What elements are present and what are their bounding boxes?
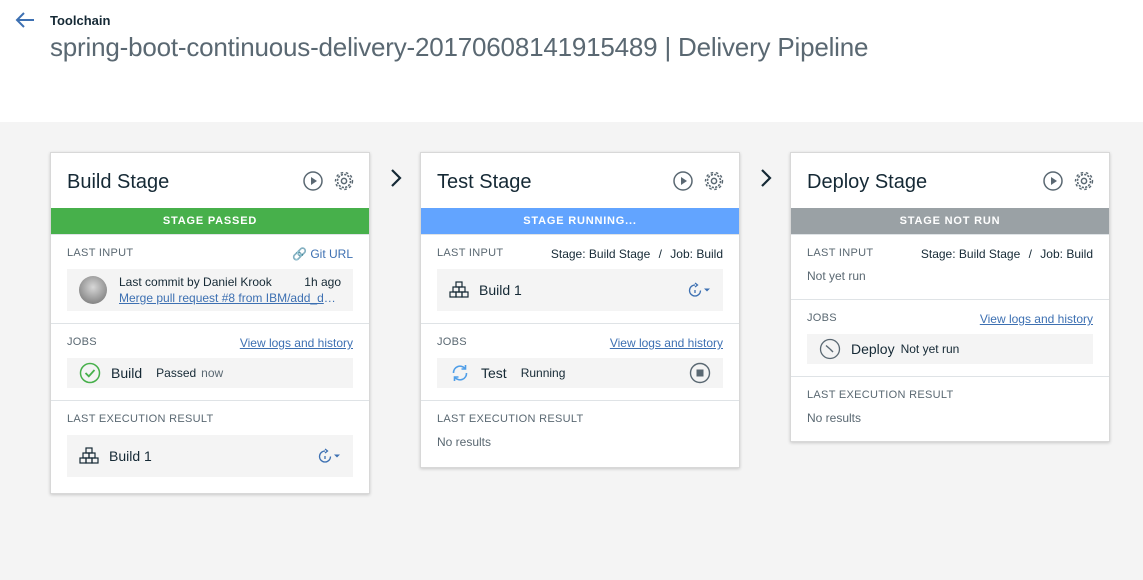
back-arrow-icon[interactable] bbox=[14, 10, 36, 30]
stop-icon[interactable] bbox=[689, 362, 711, 384]
last-input-section: LAST INPUT 🔗 Git URL Last commit by Dani… bbox=[51, 234, 369, 323]
redeploy-icon bbox=[688, 282, 702, 297]
job-time: now bbox=[201, 366, 224, 380]
result-value: No results bbox=[437, 435, 492, 449]
breadcrumb-toolchain[interactable]: Toolchain bbox=[50, 13, 110, 28]
job-name: Deploy bbox=[851, 341, 895, 357]
result-tile[interactable]: Build 1 bbox=[67, 435, 353, 477]
stage-header: Deploy Stage bbox=[791, 153, 1109, 208]
commit-info: Last commit by Daniel Krook 1h ago Merge… bbox=[119, 274, 341, 306]
last-result-label: LAST EXECUTION RESULT bbox=[437, 413, 584, 425]
sync-icon bbox=[452, 365, 468, 381]
play-icon[interactable] bbox=[302, 170, 324, 192]
result-menu-button[interactable] bbox=[317, 448, 341, 464]
stage-name: Build Stage bbox=[67, 171, 170, 193]
stage-status-bar: STAGE RUNNING... bbox=[421, 208, 739, 234]
link-icon: 🔗 bbox=[292, 247, 307, 261]
page-header: Toolchain spring-boot-continuous-deliver… bbox=[0, 0, 1143, 122]
build-blocks-icon bbox=[79, 447, 99, 464]
gear-icon[interactable] bbox=[703, 170, 725, 192]
job-name: Build bbox=[111, 365, 143, 381]
caret-down-icon bbox=[334, 454, 340, 458]
commit-message-link[interactable]: Merge pull request #8 from IBM/add_dev..… bbox=[119, 290, 341, 306]
last-input-section: LAST INPUT Stage: Build Stage / Job: Bui… bbox=[791, 234, 1109, 299]
input-source-separator: / bbox=[658, 247, 662, 261]
stage-card-test: Test Stage STAGE RUNNING... LAST INPUT S… bbox=[420, 152, 740, 468]
view-logs-link[interactable]: View logs and history bbox=[980, 312, 1093, 326]
stage-card-deploy: Deploy Stage STAGE NOT RUN LAST INPUT St… bbox=[790, 152, 1110, 442]
commit-time: 1h ago bbox=[304, 275, 341, 289]
last-result-section: LAST EXECUTION RESULT No results bbox=[791, 376, 1109, 441]
clock-icon bbox=[819, 338, 841, 360]
job-tile-test[interactable]: Test Running bbox=[437, 358, 723, 388]
input-menu-button[interactable] bbox=[687, 282, 711, 298]
result-value: Build 1 bbox=[109, 448, 152, 464]
jobs-section: JOBS View logs and history Test Running bbox=[421, 323, 739, 400]
job-status: Not yet run bbox=[900, 342, 960, 356]
last-result-label: LAST EXECUTION RESULT bbox=[67, 413, 214, 425]
stage-card-build: Build Stage STAGE PASSED LAST INPUT 🔗 Gi… bbox=[50, 152, 370, 494]
input-source: Stage: Build Stage / Job: Build bbox=[921, 247, 1093, 261]
pipeline-canvas: Build Stage STAGE PASSED LAST INPUT 🔗 Gi… bbox=[0, 122, 1143, 580]
job-status: Running bbox=[520, 366, 566, 380]
avatar bbox=[79, 276, 107, 304]
redeploy-icon bbox=[318, 448, 332, 463]
jobs-section: JOBS View logs and history Build Passed … bbox=[51, 323, 369, 400]
input-source: Stage: Build Stage / Job: Build bbox=[551, 247, 723, 261]
input-source-job: Job: Build bbox=[1040, 247, 1093, 261]
build-blocks-icon bbox=[449, 281, 469, 298]
input-source-stage: Stage: Build Stage bbox=[920, 247, 1021, 261]
last-result-section: LAST EXECUTION RESULT Build 1 bbox=[51, 400, 369, 493]
job-name: Test bbox=[481, 365, 507, 381]
stage-status-bar: STAGE NOT RUN bbox=[791, 208, 1109, 234]
stage-name: Deploy Stage bbox=[807, 171, 928, 193]
check-circle-icon bbox=[79, 362, 101, 384]
stage-header: Build Stage bbox=[51, 153, 369, 208]
git-url-label: Git URL bbox=[310, 247, 353, 261]
input-source-job: Job: Build bbox=[670, 247, 723, 261]
git-url-link[interactable]: 🔗 Git URL bbox=[292, 247, 353, 261]
view-logs-link[interactable]: View logs and history bbox=[610, 336, 723, 350]
job-tile-build[interactable]: Build Passed now bbox=[67, 358, 353, 388]
view-logs-link[interactable]: View logs and history bbox=[240, 336, 353, 350]
gear-icon[interactable] bbox=[333, 170, 355, 192]
chevron-right-icon bbox=[391, 169, 402, 187]
input-source-stage: Stage: Build Stage bbox=[550, 247, 651, 261]
play-icon[interactable] bbox=[1042, 170, 1064, 192]
input-tile[interactable]: Build 1 bbox=[437, 269, 723, 311]
play-icon[interactable] bbox=[672, 170, 694, 192]
last-input-section: LAST INPUT Stage: Build Stage / Job: Bui… bbox=[421, 234, 739, 323]
last-result-section: LAST EXECUTION RESULT No results bbox=[421, 400, 739, 467]
stage-name: Test Stage bbox=[437, 171, 532, 193]
jobs-section: JOBS View logs and history Deploy Not ye… bbox=[791, 299, 1109, 376]
job-tile-deploy[interactable]: Deploy Not yet run bbox=[807, 334, 1093, 364]
caret-down-icon bbox=[704, 288, 710, 292]
result-value: No results bbox=[807, 411, 862, 425]
stage-status-bar: STAGE PASSED bbox=[51, 208, 369, 234]
chevron-right-icon bbox=[761, 169, 772, 187]
input-value: Not yet run bbox=[807, 269, 866, 283]
commit-author: Last commit by Daniel Krook bbox=[119, 275, 272, 289]
input-value: Build 1 bbox=[479, 282, 522, 298]
page-title: spring-boot-continuous-delivery-20170608… bbox=[50, 32, 869, 62]
stage-header: Test Stage bbox=[421, 153, 739, 208]
gear-icon[interactable] bbox=[1073, 170, 1095, 192]
job-status: Passed bbox=[156, 366, 197, 380]
last-result-label: LAST EXECUTION RESULT bbox=[807, 389, 954, 401]
input-source-separator: / bbox=[1028, 247, 1032, 261]
commit-tile: Last commit by Daniel Krook 1h ago Merge… bbox=[67, 269, 353, 311]
